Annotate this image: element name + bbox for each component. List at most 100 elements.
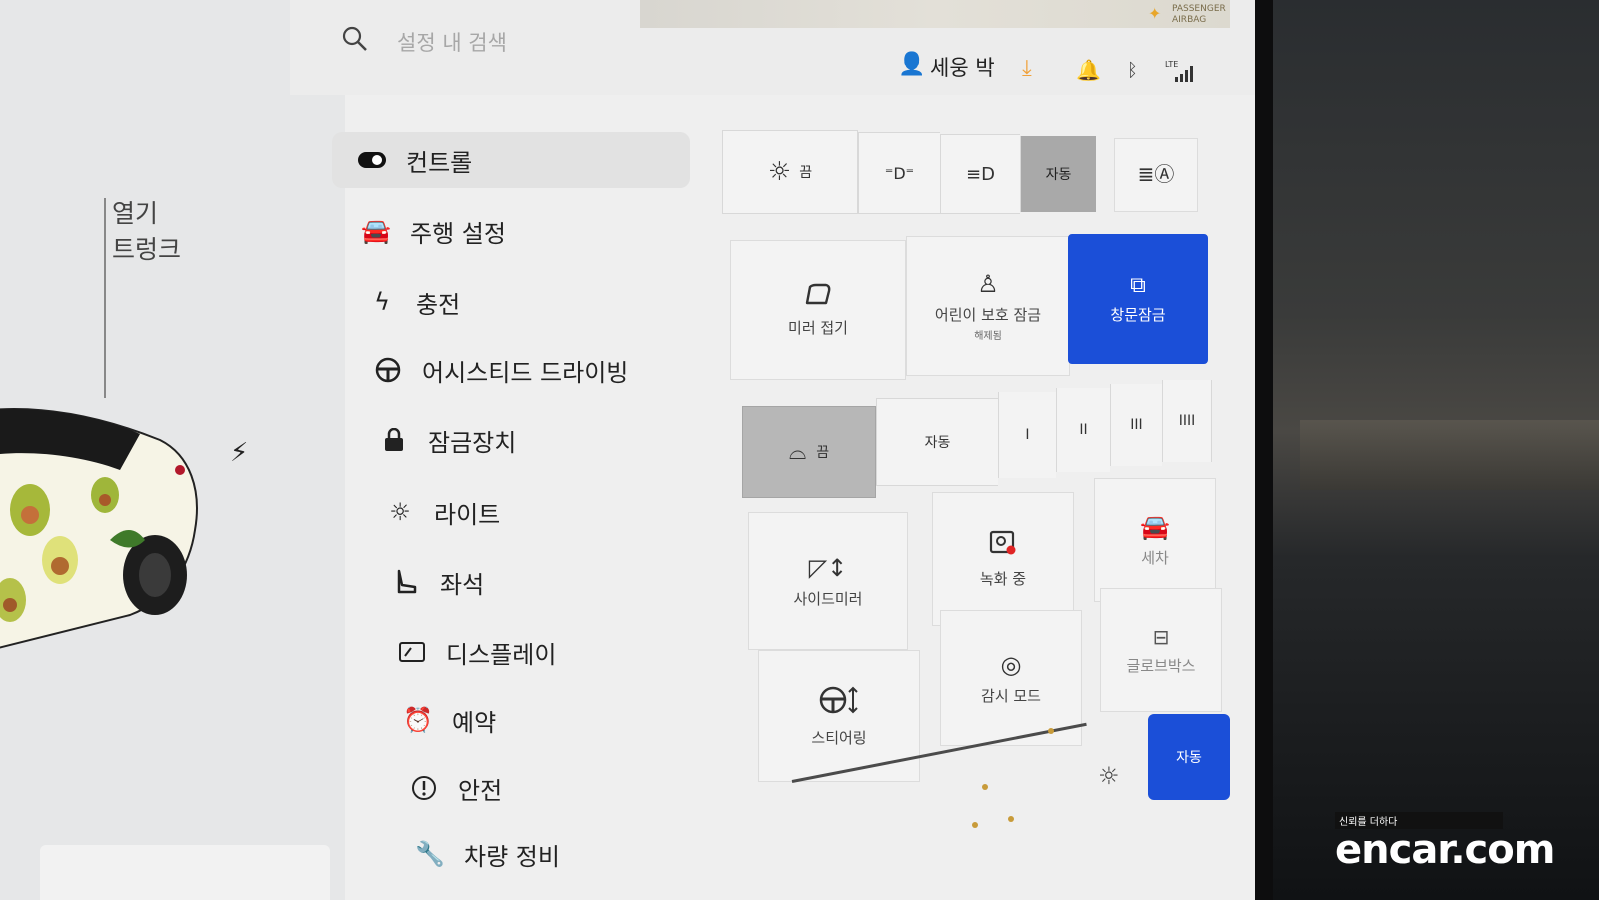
sun-icon: ☼ xyxy=(767,157,792,187)
wiper-auto-button[interactable]: 자동 xyxy=(876,398,998,486)
headlights-auto-button[interactable]: 자동 xyxy=(1020,136,1096,212)
auto-high-beam-button[interactable]: ≣Ⓐ xyxy=(1114,138,1198,212)
map-strip xyxy=(640,0,1230,28)
sidebar-item-label: 어시스티드 드라이빙 xyxy=(422,358,629,387)
settings-search-input[interactable] xyxy=(395,26,699,60)
sidebar-item-label: 주행 설정 xyxy=(410,219,506,248)
brightness-sun-icon: ☼ xyxy=(1098,762,1120,790)
search-icon[interactable] xyxy=(340,24,370,54)
slider-tick xyxy=(982,784,988,790)
mirror-adjust-icon: ◸↕ xyxy=(808,553,848,582)
child-lock-label: 어린이 보호 잠금 xyxy=(934,306,1042,324)
wiper-speed-3-button[interactable]: III xyxy=(1110,384,1162,466)
airbag-icon: ✦ xyxy=(1148,4,1162,23)
sidebar-item-label: 예약 xyxy=(452,708,497,737)
brightness-auto-button[interactable]: 자동 xyxy=(1148,714,1230,800)
user-profile-icon[interactable]: 👤 xyxy=(898,52,925,77)
window-lock-icon: ⧉ xyxy=(1130,273,1146,298)
touchscreen: 열기 트렁크 ⚡ ✦ PASSENGER AIRBAG 👤 세웅 박 ⤓ 🔔 xyxy=(0,0,1262,900)
side-mirror-label: 사이드미러 xyxy=(793,589,863,608)
car-panel-bottom-card xyxy=(40,845,330,900)
wiper-speed-1-button[interactable]: I xyxy=(998,392,1056,478)
sidebar-item-label: 잠금장치 xyxy=(428,428,517,457)
sidebar-item-driving[interactable]: 🚘 주행 설정 xyxy=(358,203,506,259)
parking-lights-icon: ⁼D⁼ xyxy=(884,163,915,183)
car-wash-label: 세차 xyxy=(1141,548,1169,567)
sidebar-item-service[interactable]: 🔧 차량 정비 xyxy=(412,826,560,882)
toggle-icon xyxy=(354,152,390,168)
wiper-speed-label: II xyxy=(1079,422,1088,438)
glovebox-button[interactable]: ⊟ 글로브박스 xyxy=(1100,588,1222,712)
brightness-auto-label: 자동 xyxy=(1176,750,1202,766)
wiper-speed-label: III xyxy=(1130,417,1143,433)
mirror-fold-button[interactable]: 미러 접기 xyxy=(730,240,906,380)
low-beam-icon: ≡D xyxy=(966,163,995,185)
trunk-callout-line xyxy=(104,198,106,398)
watermark-brand: encar.com xyxy=(1335,827,1555,873)
dashcam-button[interactable]: 녹화 중 xyxy=(932,492,1074,626)
notification-bell-icon[interactable]: 🔔 xyxy=(1076,58,1101,82)
trunk-label: 트렁크 xyxy=(112,235,182,264)
bolt-icon: ϟ xyxy=(374,288,390,316)
dashboard-trim xyxy=(1300,420,1599,490)
wiper-speed-4-button[interactable]: IIII xyxy=(1162,380,1212,462)
wiper-off-button[interactable]: ⌓ 끔 xyxy=(742,406,876,498)
window-lock-label: 창문잠금 xyxy=(1110,306,1166,324)
screen-bezel xyxy=(1255,0,1273,900)
slider-tick xyxy=(1048,728,1054,734)
mirror-icon xyxy=(804,283,832,311)
side-mirror-adjust-button[interactable]: ◸↕ 사이드미러 xyxy=(748,512,908,650)
low-beam-button[interactable]: ≡D xyxy=(940,134,1020,214)
sidebar-item-charging[interactable]: ϟ 충전 xyxy=(364,274,460,330)
sidebar-item-seats[interactable]: 좌석 xyxy=(388,554,484,610)
steering-adjust-icon xyxy=(819,685,859,721)
wiper-speed-2-button[interactable]: II xyxy=(1056,388,1110,472)
window-lock-button[interactable]: ⧉ 창문잠금 xyxy=(1068,234,1208,364)
wiper-speed-label: IIII xyxy=(1178,413,1196,429)
slider-tick xyxy=(1008,816,1014,822)
car-render-image xyxy=(0,408,198,649)
sidebar-item-display[interactable]: 디스플레이 xyxy=(394,624,556,680)
sidebar-item-label: 좌석 xyxy=(440,570,485,599)
encar-watermark: 신뢰를 더하다 encar.com xyxy=(1335,812,1555,873)
car-wash-button[interactable]: 🚘 세차 xyxy=(1094,478,1216,602)
sun-icon: ☼ xyxy=(389,498,411,526)
warning-circle-icon xyxy=(406,775,442,801)
sidebar-item-label: 차량 정비 xyxy=(464,842,560,871)
sidebar-item-schedule[interactable]: ⏰ 예약 xyxy=(400,692,496,748)
wiper-icon: ⌓ xyxy=(788,439,807,465)
headlights-off-button[interactable]: ☼ 끔 xyxy=(722,130,858,214)
sidebar-item-label: 라이트 xyxy=(434,500,501,529)
sidebar-item-lights[interactable]: ☼ 라이트 xyxy=(382,484,500,540)
recording-label: 녹화 중 xyxy=(979,569,1027,588)
sidebar-item-label: 컨트롤 xyxy=(406,148,473,177)
sidebar-item-controls[interactable]: 컨트롤 xyxy=(332,132,690,188)
child-lock-button[interactable]: ♙ 어린이 보호 잠금 해제됨 xyxy=(906,236,1070,376)
sidebar-item-assisted-driving[interactable]: 어시스티드 드라이빙 xyxy=(370,342,628,398)
glovebox-label: 글로브박스 xyxy=(1126,656,1196,675)
sentry-mode-button[interactable]: ◎ 감시 모드 xyxy=(940,610,1082,746)
lock-icon xyxy=(376,428,412,452)
car-icon: 🚘 xyxy=(361,217,391,245)
sentry-label: 감시 모드 xyxy=(981,686,1041,705)
bluetooth-icon[interactable]: ᛒ xyxy=(1127,60,1138,81)
trunk-open-button[interactable]: 열기 트렁크 xyxy=(112,196,181,268)
child-icon: ♙ xyxy=(977,270,999,298)
wrench-icon: 🔧 xyxy=(415,840,445,868)
headlights-off-label: 끔 xyxy=(799,165,813,181)
wiper-speed-label: I xyxy=(1025,427,1030,443)
steering-wheel-icon xyxy=(370,357,406,383)
dashcam-icon xyxy=(989,530,1017,562)
auto-high-beam-icon: ≣Ⓐ xyxy=(1137,161,1175,186)
sidebar-item-label: 충전 xyxy=(416,290,461,319)
download-update-icon[interactable]: ⤓ xyxy=(1022,56,1032,81)
sidebar-item-locks[interactable]: 잠금장치 xyxy=(376,412,516,468)
car-wash-icon: 🚘 xyxy=(1140,512,1170,541)
user-name[interactable]: 세웅 박 xyxy=(930,52,995,82)
child-lock-status: 해제됨 xyxy=(974,331,1002,342)
sidebar-item-label: 안전 xyxy=(458,776,503,805)
parking-lights-button[interactable]: ⁼D⁼ xyxy=(858,132,940,214)
wiper-auto-label: 자동 xyxy=(924,435,951,451)
charge-port-bolt-icon[interactable]: ⚡ xyxy=(230,438,248,468)
sidebar-item-safety[interactable]: 안전 xyxy=(406,760,502,816)
